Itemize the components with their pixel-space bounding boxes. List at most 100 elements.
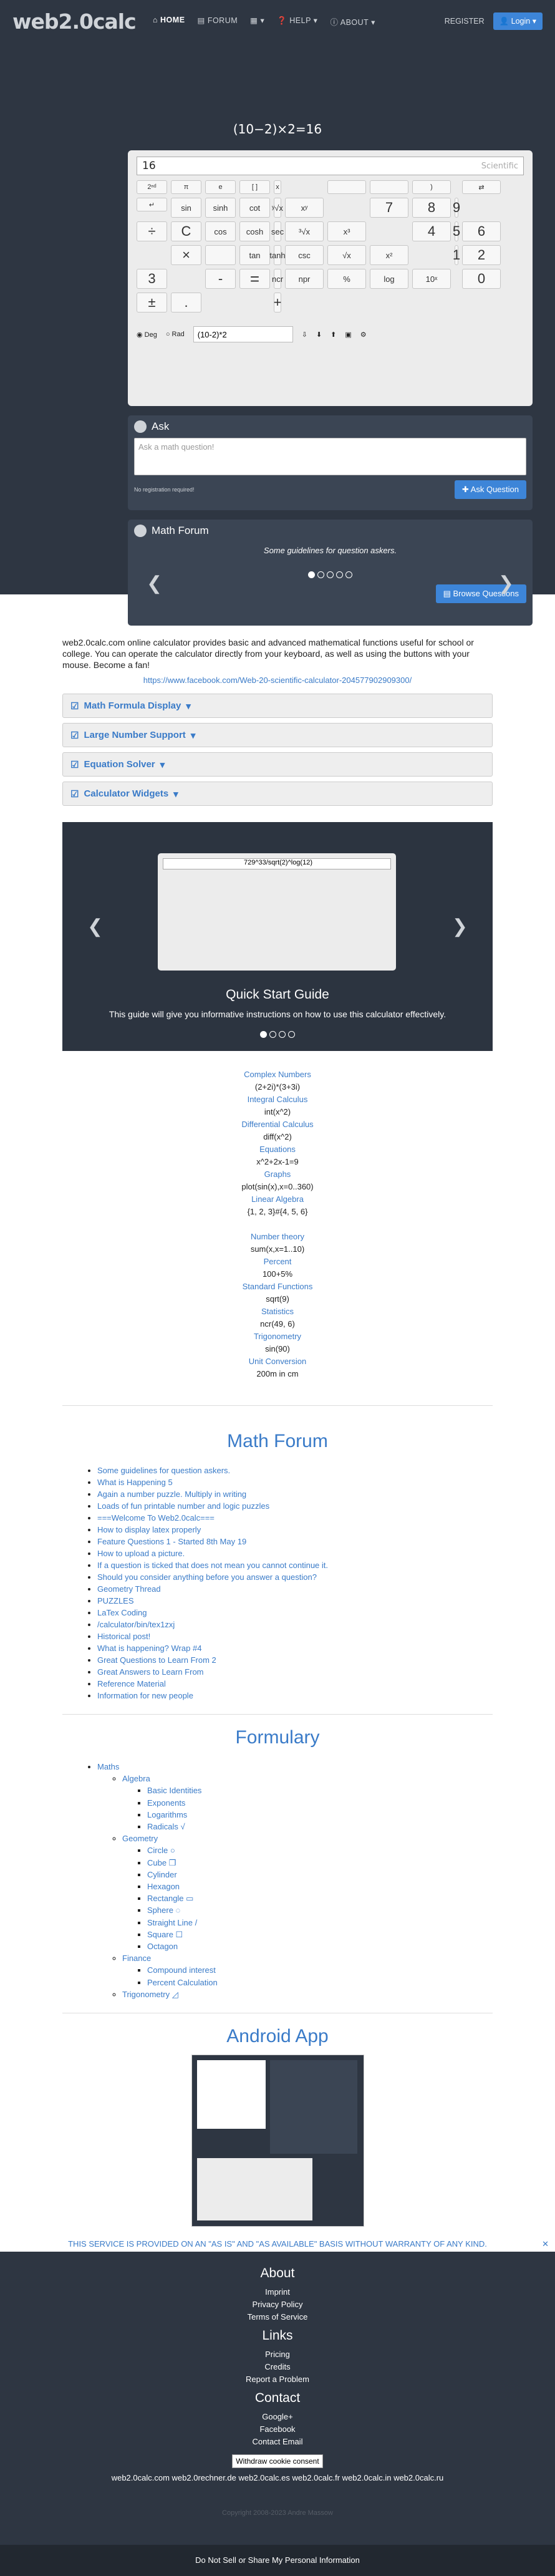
tree-link[interactable]: Logarithms	[147, 1810, 187, 1819]
domain-links[interactable]: web2.0calc.com web2.0rechner.de web2.0ca…	[0, 2472, 555, 2484]
arrow-down-icon[interactable]: ⬇	[316, 331, 322, 339]
footer-link[interactable]: Imprint	[0, 2286, 555, 2298]
calc-key[interactable]: 9	[453, 198, 460, 218]
tree-link[interactable]: Sphere ◌	[147, 1905, 180, 1915]
footer-link[interactable]: Credits	[0, 2361, 555, 2373]
calc-key[interactable]: csc	[285, 245, 324, 265]
calc-display[interactable]: 16 Scientific	[137, 157, 524, 175]
calc-key[interactable]: √x	[327, 245, 366, 265]
forum-link[interactable]: What is Happening 5	[97, 1478, 173, 1487]
calc-key[interactable]: [ ]	[239, 180, 270, 194]
calc-key[interactable]: 4	[412, 221, 451, 241]
accordion-3[interactable]: ☑ Calculator Widgets ▾	[62, 782, 493, 806]
example-link[interactable]: Trigonometry	[62, 1330, 493, 1343]
calc-key[interactable]: π	[171, 180, 201, 194]
forum-link[interactable]: Historical post!	[97, 1632, 150, 1641]
example-link[interactable]: Graphs	[62, 1168, 493, 1181]
footer-link[interactable]: Terms of Service	[0, 2311, 555, 2323]
calc-input[interactable]	[193, 326, 293, 342]
calc-key[interactable]: 10ˣ	[412, 269, 451, 289]
calc-key[interactable]: )	[412, 180, 451, 194]
deg-radio[interactable]: ◉ Deg	[137, 331, 157, 339]
calc-key[interactable]: 6	[462, 221, 501, 241]
calc-key[interactable]: ʸ√x	[272, 198, 283, 218]
calc-key[interactable]: sinh	[205, 198, 236, 218]
forum-link[interactable]: /calculator/bin/tex1zxj	[97, 1620, 175, 1629]
forum-link[interactable]: If a question is ticked that does not me…	[97, 1561, 328, 1570]
forum-link[interactable]: Great Answers to Learn From	[97, 1667, 204, 1677]
calc-key[interactable]: x	[274, 180, 281, 194]
example-link[interactable]: Statistics	[62, 1305, 493, 1318]
accordion-1[interactable]: ☑ Large Number Support ▾	[62, 723, 493, 747]
nav-home[interactable]: ⌂ HOME	[153, 16, 185, 27]
tree-link[interactable]: Hexagon	[147, 1882, 180, 1891]
forum-link[interactable]: Again a number puzzle. Multiply in writi…	[97, 1489, 246, 1499]
tree-maths[interactable]: Maths	[97, 1762, 119, 1771]
forum-link[interactable]: ===Welcome To Web2.0calc===	[97, 1513, 215, 1523]
carousel-dots[interactable]	[62, 1031, 493, 1038]
calc-key[interactable]: cot	[239, 198, 270, 218]
forum-link[interactable]: Should you consider anything before you …	[97, 1572, 317, 1582]
calc-key[interactable]: ncr	[272, 269, 283, 289]
footer-link[interactable]: Facebook	[0, 2423, 555, 2436]
example-link[interactable]: Integral Calculus	[62, 1093, 493, 1106]
carousel-prev-arrow[interactable]: ❮	[87, 916, 103, 937]
accordion-0[interactable]: ☑ Math Formula Display ▾	[62, 694, 493, 718]
calc-key[interactable]: 7	[370, 198, 408, 218]
key-blank[interactable]	[370, 180, 408, 194]
forum-prev-arrow[interactable]: ❮	[147, 573, 162, 594]
example-link[interactable]: Complex Numbers	[62, 1068, 493, 1081]
calc-key[interactable]: ³√x	[285, 221, 324, 241]
calc-key[interactable]: 2ⁿᵈ	[137, 180, 167, 194]
example-link[interactable]: Standard Functions	[62, 1281, 493, 1293]
calc-key[interactable]: ±	[137, 293, 167, 312]
facebook-link[interactable]: https://www.facebook.com/Web-20-scientif…	[62, 675, 493, 685]
save-icon[interactable]: ▣	[345, 331, 351, 339]
tree-link[interactable]: Circle ○	[147, 1846, 175, 1855]
forum-link[interactable]: LaTex Coding	[97, 1608, 147, 1617]
footer-link[interactable]: Contact Email	[0, 2436, 555, 2448]
tree-link[interactable]: Rectangle ▭	[147, 1894, 193, 1903]
calc-key[interactable]: ×	[171, 245, 201, 265]
calc-key[interactable]: x²	[370, 245, 408, 265]
nav-calc-icon[interactable]: ▦ ▾	[250, 16, 264, 27]
close-icon[interactable]: ✕	[542, 2239, 549, 2249]
key-equals[interactable]: =	[239, 269, 270, 289]
calc-key[interactable]: C	[171, 221, 201, 241]
forum-link[interactable]: PUZZLES	[97, 1596, 134, 1605]
tree-link[interactable]: Cube ❒	[147, 1858, 176, 1867]
arrow-up-icon[interactable]: ⬆	[331, 331, 336, 339]
login-button[interactable]: 👤 Login ▾	[493, 12, 543, 30]
forum-dots[interactable]	[128, 571, 533, 578]
example-link[interactable]: Linear Algebra	[62, 1193, 493, 1206]
example-link[interactable]: Unit Conversion	[62, 1355, 493, 1368]
calc-key[interactable]: ÷	[137, 221, 167, 241]
calc-key[interactable]: x³	[327, 221, 366, 241]
register-link[interactable]: REGISTER	[445, 17, 485, 26]
calc-key[interactable]: npr	[285, 269, 324, 289]
calc-key[interactable]: tan	[239, 245, 270, 265]
calc-key[interactable]: sin	[171, 198, 201, 218]
example-link[interactable]: Percent	[62, 1256, 493, 1268]
calc-key[interactable]: xʸ	[285, 198, 324, 218]
example-link[interactable]: Differential Calculus	[62, 1118, 493, 1131]
tree-algebra[interactable]: Algebra	[122, 1774, 150, 1783]
key-blank[interactable]	[205, 245, 236, 265]
tree-finance[interactable]: Finance	[122, 1954, 151, 1963]
calc-key[interactable]: sec	[271, 221, 284, 241]
forum-link[interactable]: Great Questions to Learn From 2	[97, 1655, 216, 1665]
calc-key[interactable]: .	[171, 293, 201, 312]
tree-link[interactable]: Octagon	[147, 1942, 178, 1951]
calc-key[interactable]: -	[205, 269, 236, 289]
tree-link[interactable]: Exponents	[147, 1798, 185, 1808]
calc-key[interactable]: 2	[462, 245, 501, 265]
calc-key[interactable]: 1	[453, 245, 460, 265]
nav-about[interactable]: ⓘ ABOUT ▾	[330, 16, 375, 27]
calc-mode[interactable]: Scientific	[481, 162, 518, 171]
forum-link[interactable]: Some guidelines for question askers.	[97, 1466, 230, 1475]
calc-key[interactable]: cosh	[239, 221, 270, 241]
withdraw-cookie-button[interactable]: Withdraw cookie consent	[232, 2454, 323, 2469]
tree-link[interactable]: Straight Line /	[147, 1918, 197, 1927]
nav-forum[interactable]: ▤ FORUM	[198, 16, 238, 27]
tree-link[interactable]: Percent Calculation	[147, 1978, 218, 1987]
